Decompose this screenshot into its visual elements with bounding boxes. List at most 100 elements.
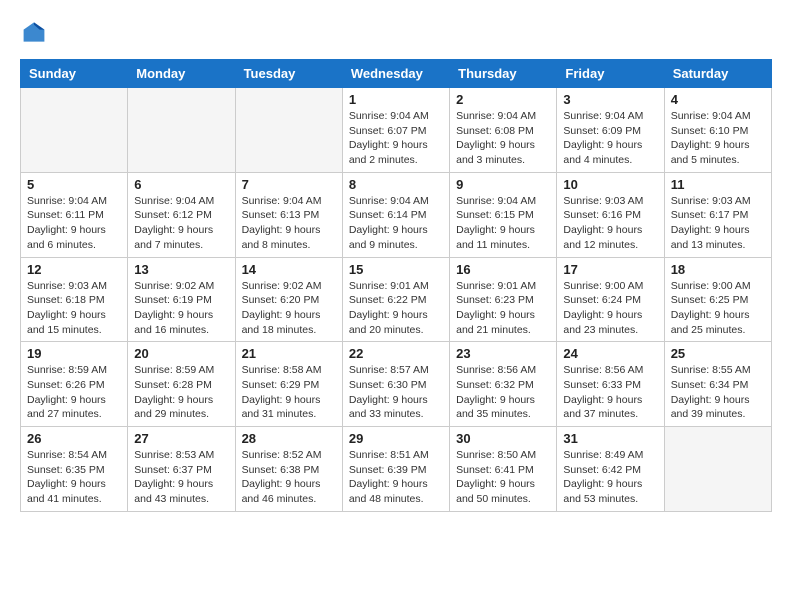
day-info: Sunrise: 8:50 AM Sunset: 6:41 PM Dayligh… <box>456 448 550 507</box>
calendar-day-cell: 17Sunrise: 9:00 AM Sunset: 6:24 PM Dayli… <box>557 257 664 342</box>
day-number: 4 <box>671 92 765 107</box>
day-number: 15 <box>349 262 443 277</box>
day-number: 3 <box>563 92 657 107</box>
day-number: 8 <box>349 177 443 192</box>
calendar-day-cell: 26Sunrise: 8:54 AM Sunset: 6:35 PM Dayli… <box>21 427 128 512</box>
calendar-day-cell: 8Sunrise: 9:04 AM Sunset: 6:14 PM Daylig… <box>342 172 449 257</box>
calendar-header-row: SundayMondayTuesdayWednesdayThursdayFrid… <box>21 60 772 88</box>
calendar-week-row: 26Sunrise: 8:54 AM Sunset: 6:35 PM Dayli… <box>21 427 772 512</box>
day-number: 12 <box>27 262 121 277</box>
calendar-day-cell: 7 Sunrise: 9:04 AM Sunset: 6:13 PM Daylig… <box>235 172 342 257</box>
calendar-week-row: 12Sunrise: 9:03 AM Sunset: 6:18 PM Dayli… <box>21 257 772 342</box>
calendar-day-cell: 20 Sunrise: 8:59 AM Sunset: 6:28 PM Dayli… <box>128 342 235 427</box>
day-info: Sunrise: 9:01 AM Sunset: 6:23 PM Dayligh… <box>456 279 550 338</box>
day-number: 28 <box>242 431 336 446</box>
day-info: Sunrise: 9:04 AM Sunset: 6:13 PM Dayligh… <box>242 194 336 253</box>
calendar-week-row: 5 Sunrise: 9:04 AM Sunset: 6:11 PM Daylig… <box>21 172 772 257</box>
day-info: Sunrise: 8:57 AM Sunset: 6:30 PM Dayligh… <box>349 363 443 422</box>
calendar-day-cell: 12Sunrise: 9:03 AM Sunset: 6:18 PM Dayli… <box>21 257 128 342</box>
day-number: 24 <box>563 346 657 361</box>
day-number: 21 <box>242 346 336 361</box>
day-info: Sunrise: 8:56 AM Sunset: 6:33 PM Dayligh… <box>563 363 657 422</box>
calendar-day-cell: 29 Sunrise: 8:51 AM Sunset: 6:39 PM Dayli… <box>342 427 449 512</box>
calendar-week-row: 1 Sunrise: 9:04 AM Sunset: 6:07 PM Daylig… <box>21 88 772 173</box>
day-info: Sunrise: 8:59 AM Sunset: 6:26 PM Dayligh… <box>27 363 121 422</box>
calendar-day-cell: 11 Sunrise: 9:03 AM Sunset: 6:17 PM Dayli… <box>664 172 771 257</box>
calendar-day-cell: 3 Sunrise: 9:04 AM Sunset: 6:09 PM Daylig… <box>557 88 664 173</box>
day-number: 13 <box>134 262 228 277</box>
calendar-day-cell <box>664 427 771 512</box>
weekday-header: Saturday <box>664 60 771 88</box>
day-number: 5 <box>27 177 121 192</box>
calendar-day-cell: 16 Sunrise: 9:01 AM Sunset: 6:23 PM Dayli… <box>450 257 557 342</box>
day-info: Sunrise: 8:49 AM Sunset: 6:42 PM Dayligh… <box>563 448 657 507</box>
day-number: 16 <box>456 262 550 277</box>
day-info: Sunrise: 8:55 AM Sunset: 6:34 PM Dayligh… <box>671 363 765 422</box>
day-info: Sunrise: 8:52 AM Sunset: 6:38 PM Dayligh… <box>242 448 336 507</box>
calendar-day-cell: 9 Sunrise: 9:04 AM Sunset: 6:15 PM Daylig… <box>450 172 557 257</box>
calendar-day-cell: 24 Sunrise: 8:56 AM Sunset: 6:33 PM Dayli… <box>557 342 664 427</box>
day-number: 19 <box>27 346 121 361</box>
day-info: Sunrise: 9:04 AM Sunset: 6:08 PM Dayligh… <box>456 109 550 168</box>
day-number: 27 <box>134 431 228 446</box>
day-number: 18 <box>671 262 765 277</box>
day-info: Sunrise: 9:01 AM Sunset: 6:22 PM Dayligh… <box>349 279 443 338</box>
calendar-day-cell: 23 Sunrise: 8:56 AM Sunset: 6:32 PM Dayli… <box>450 342 557 427</box>
calendar-day-cell: 25 Sunrise: 8:55 AM Sunset: 6:34 PM Dayli… <box>664 342 771 427</box>
day-number: 26 <box>27 431 121 446</box>
day-info: Sunrise: 9:04 AM Sunset: 6:12 PM Dayligh… <box>134 194 228 253</box>
calendar-day-cell: 21 Sunrise: 8:58 AM Sunset: 6:29 PM Dayli… <box>235 342 342 427</box>
calendar-day-cell: 1 Sunrise: 9:04 AM Sunset: 6:07 PM Daylig… <box>342 88 449 173</box>
day-number: 6 <box>134 177 228 192</box>
day-info: Sunrise: 9:04 AM Sunset: 6:15 PM Dayligh… <box>456 194 550 253</box>
day-info: Sunrise: 9:03 AM Sunset: 6:16 PM Dayligh… <box>563 194 657 253</box>
day-number: 30 <box>456 431 550 446</box>
calendar-day-cell: 31 Sunrise: 8:49 AM Sunset: 6:42 PM Dayli… <box>557 427 664 512</box>
day-number: 1 <box>349 92 443 107</box>
weekday-header: Friday <box>557 60 664 88</box>
day-info: Sunrise: 9:00 AM Sunset: 6:25 PM Dayligh… <box>671 279 765 338</box>
logo <box>20 20 46 49</box>
calendar: SundayMondayTuesdayWednesdayThursdayFrid… <box>20 59 772 512</box>
day-number: 31 <box>563 431 657 446</box>
day-number: 22 <box>349 346 443 361</box>
calendar-day-cell: 4 Sunrise: 9:04 AM Sunset: 6:10 PM Daylig… <box>664 88 771 173</box>
day-number: 11 <box>671 177 765 192</box>
calendar-day-cell: 28 Sunrise: 8:52 AM Sunset: 6:38 PM Dayli… <box>235 427 342 512</box>
calendar-day-cell: 19 Sunrise: 8:59 AM Sunset: 6:26 PM Dayli… <box>21 342 128 427</box>
day-info: Sunrise: 8:56 AM Sunset: 6:32 PM Dayligh… <box>456 363 550 422</box>
calendar-day-cell: 18 Sunrise: 9:00 AM Sunset: 6:25 PM Dayli… <box>664 257 771 342</box>
day-info: Sunrise: 8:51 AM Sunset: 6:39 PM Dayligh… <box>349 448 443 507</box>
weekday-header: Monday <box>128 60 235 88</box>
day-info: Sunrise: 8:59 AM Sunset: 6:28 PM Dayligh… <box>134 363 228 422</box>
day-number: 14 <box>242 262 336 277</box>
day-info: Sunrise: 9:04 AM Sunset: 6:09 PM Dayligh… <box>563 109 657 168</box>
day-info: Sunrise: 8:53 AM Sunset: 6:37 PM Dayligh… <box>134 448 228 507</box>
day-number: 9 <box>456 177 550 192</box>
calendar-week-row: 19 Sunrise: 8:59 AM Sunset: 6:26 PM Dayli… <box>21 342 772 427</box>
day-info: Sunrise: 9:00 AM Sunset: 6:24 PM Dayligh… <box>563 279 657 338</box>
calendar-day-cell <box>235 88 342 173</box>
day-number: 29 <box>349 431 443 446</box>
day-info: Sunrise: 9:02 AM Sunset: 6:20 PM Dayligh… <box>242 279 336 338</box>
weekday-header: Sunday <box>21 60 128 88</box>
calendar-day-cell: 15 Sunrise: 9:01 AM Sunset: 6:22 PM Dayli… <box>342 257 449 342</box>
day-info: Sunrise: 9:03 AM Sunset: 6:17 PM Dayligh… <box>671 194 765 253</box>
calendar-day-cell: 13 Sunrise: 9:02 AM Sunset: 6:19 PM Dayli… <box>128 257 235 342</box>
day-info: Sunrise: 8:58 AM Sunset: 6:29 PM Dayligh… <box>242 363 336 422</box>
day-number: 23 <box>456 346 550 361</box>
day-number: 10 <box>563 177 657 192</box>
day-number: 7 <box>242 177 336 192</box>
day-info: Sunrise: 9:04 AM Sunset: 6:07 PM Dayligh… <box>349 109 443 168</box>
day-info: Sunrise: 9:04 AM Sunset: 6:10 PM Dayligh… <box>671 109 765 168</box>
day-info: Sunrise: 9:04 AM Sunset: 6:11 PM Dayligh… <box>27 194 121 253</box>
day-number: 20 <box>134 346 228 361</box>
day-number: 2 <box>456 92 550 107</box>
calendar-day-cell: 22 Sunrise: 8:57 AM Sunset: 6:30 PM Dayli… <box>342 342 449 427</box>
calendar-day-cell: 27 Sunrise: 8:53 AM Sunset: 6:37 PM Dayli… <box>128 427 235 512</box>
calendar-day-cell: 10 Sunrise: 9:03 AM Sunset: 6:16 PM Dayli… <box>557 172 664 257</box>
calendar-day-cell <box>128 88 235 173</box>
calendar-day-cell: 2 Sunrise: 9:04 AM Sunset: 6:08 PM Daylig… <box>450 88 557 173</box>
day-info: Sunrise: 9:02 AM Sunset: 6:19 PM Dayligh… <box>134 279 228 338</box>
day-number: 25 <box>671 346 765 361</box>
